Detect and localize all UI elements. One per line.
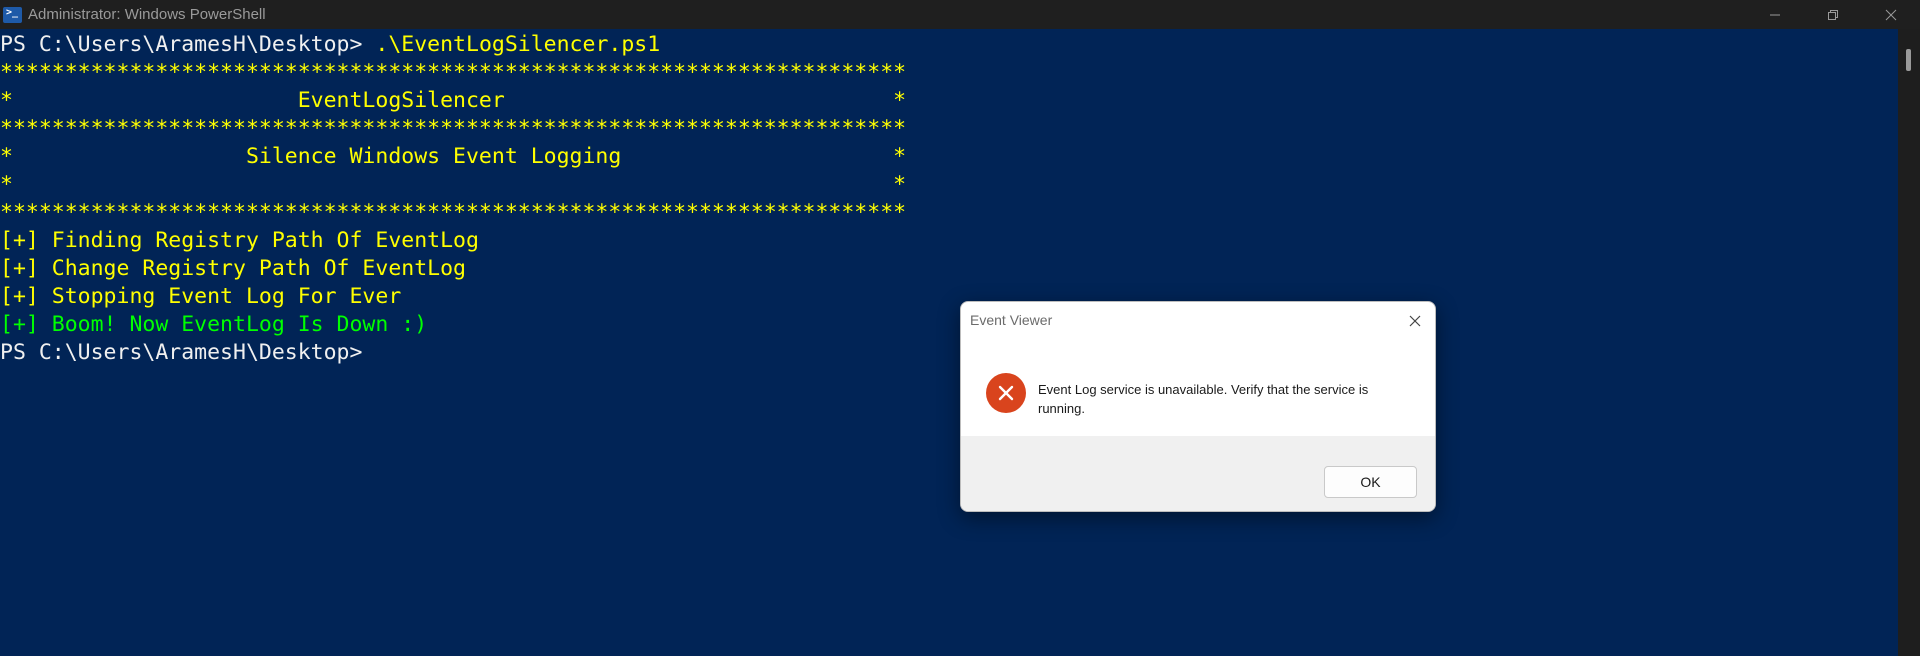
console-prompt: PS C:\Users\AramesH\Desktop> [0, 340, 363, 365]
restore-icon [1828, 9, 1838, 20]
minimize-icon [1770, 14, 1780, 15]
banner-line: ****************************************… [0, 60, 907, 85]
window-controls [1746, 0, 1920, 29]
banner-line: ****************************************… [0, 116, 907, 141]
dialog-close-button[interactable] [1405, 311, 1425, 331]
ok-button[interactable]: OK [1324, 466, 1417, 498]
dialog-message: Event Log service is unavailable. Verify… [1038, 382, 1369, 416]
close-icon [1409, 315, 1421, 327]
window-titlebar: Administrator: Windows PowerShell [0, 0, 1920, 29]
output-line: [+] Change Registry Path Of EventLog [0, 256, 466, 281]
banner-line: * * [0, 172, 907, 197]
dialog-title: Event Viewer [970, 312, 1053, 328]
close-icon [1885, 9, 1897, 20]
close-button[interactable] [1862, 0, 1920, 29]
vertical-scrollbar[interactable] [1898, 29, 1920, 656]
output-line: [+] Stopping Event Log For Ever [0, 284, 402, 309]
output-line: [+] Finding Registry Path Of EventLog [0, 228, 479, 253]
console-output[interactable]: PS C:\Users\AramesH\Desktop> .\EventLogS… [0, 29, 1898, 656]
minimize-button[interactable] [1746, 0, 1804, 29]
dialog-footer: OK [961, 436, 1435, 511]
window-title: Administrator: Windows PowerShell [28, 6, 266, 23]
scrollbar-thumb[interactable] [1906, 49, 1911, 71]
powershell-icon [3, 6, 22, 23]
console-line-command: PS C:\Users\AramesH\Desktop> .\EventLogS… [0, 31, 1898, 59]
error-icon [986, 373, 1026, 413]
banner-line: ****************************************… [0, 200, 907, 225]
banner-line: * Silence Windows Event Logging * [0, 144, 907, 169]
event-viewer-dialog: Event Viewer Event Log service is unavai… [960, 301, 1436, 512]
console-prompt: PS C:\Users\AramesH\Desktop> [0, 32, 376, 57]
restore-button[interactable] [1804, 0, 1862, 29]
banner-line: * EventLogSilencer * [0, 88, 907, 113]
console-command: .\EventLogSilencer.ps1 [375, 32, 661, 57]
dialog-body: Event Log service is unavailable. Verify… [961, 340, 1435, 438]
success-line: [+] Boom! Now EventLog Is Down :) [0, 312, 428, 337]
dialog-header: Event Viewer [961, 302, 1435, 340]
